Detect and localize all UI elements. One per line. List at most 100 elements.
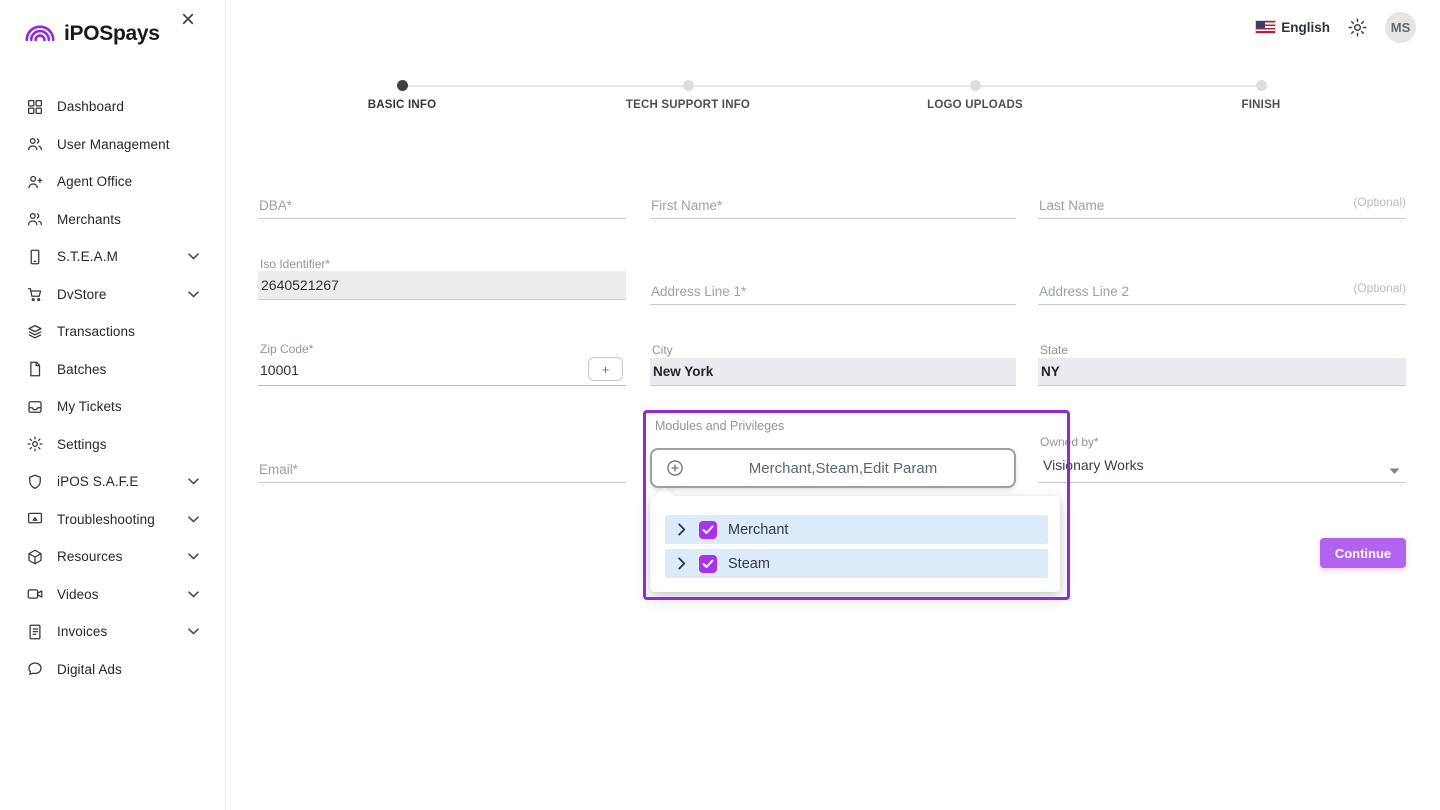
chevron-right-icon[interactable] (675, 523, 688, 536)
step-dot-active (397, 80, 408, 91)
sidebar-item-label: Agent Office (57, 174, 132, 189)
main-content: English MS BASIC INFO TECH SUPPORT INFO … (226, 0, 1440, 810)
chevron-down-icon[interactable] (188, 291, 199, 298)
chevron-down-icon[interactable] (188, 553, 199, 560)
module-option-steam[interactable]: Steam (665, 549, 1048, 578)
state-label: State (1040, 343, 1068, 357)
sidebar-item-label: Merchants (57, 212, 121, 227)
modules-dropdown-panel: Merchant Steam (650, 496, 1060, 592)
dba-input[interactable]: DBA* (258, 190, 626, 219)
stepper: BASIC INFO TECH SUPPORT INFO LOGO UPLOAD… (226, 0, 1440, 130)
state-input[interactable]: NY (1038, 358, 1406, 386)
sidebar-item-agent-office[interactable]: Agent Office (0, 163, 225, 201)
optional-hint: (Optional) (1353, 195, 1406, 209)
layers-icon (25, 322, 44, 341)
sidebar-item-videos[interactable]: Videos (0, 576, 225, 614)
package-icon (25, 547, 44, 566)
stepper-line (402, 85, 1261, 87)
shield-icon (25, 472, 44, 491)
sidebar-item-label: Troubleshooting (57, 512, 155, 527)
sidebar-item-label: S.T.E.A.M (57, 249, 118, 264)
invoice-icon (25, 622, 44, 641)
step-dot (683, 80, 694, 91)
zip-add-button[interactable]: + (588, 357, 623, 381)
sidebar-item-user-management[interactable]: User Management (0, 126, 225, 164)
chevron-down-icon[interactable] (188, 253, 199, 260)
sidebar-item-digital-ads[interactable]: Digital Ads (0, 651, 225, 689)
last-name-input[interactable]: Last Name (Optional) (1038, 190, 1406, 219)
sidebar-item-my-tickets[interactable]: My Tickets (0, 388, 225, 426)
zip-code-input[interactable]: Zip Code* 10001 + (258, 340, 626, 386)
user-plus-icon (25, 172, 44, 191)
modules-privileges-field[interactable]: Merchant,Steam,Edit Param (650, 448, 1016, 488)
iso-identifier-label: Iso Identifier* (260, 257, 330, 271)
sidebar-item-steam[interactable]: S.T.E.A.M (0, 238, 225, 276)
step-dot (970, 80, 981, 91)
sidebar-item-label: Digital Ads (57, 662, 122, 677)
sidebar-item-label: Settings (57, 437, 107, 452)
email-input[interactable]: Email* (258, 455, 626, 483)
sidebar-item-resources[interactable]: Resources (0, 538, 225, 576)
users-icon (25, 135, 44, 154)
owned-by-select[interactable]: Visionary Works (1038, 450, 1406, 483)
city-input[interactable]: New York (650, 358, 1016, 386)
gear-icon (25, 435, 44, 454)
module-option-merchant[interactable]: Merchant (665, 515, 1048, 544)
inbox-icon (25, 397, 44, 416)
sidebar-item-label: User Management (57, 137, 170, 152)
checkbox-checked[interactable] (699, 555, 717, 573)
plus-circle-icon (665, 458, 685, 478)
sidebar-item-merchants[interactable]: Merchants (0, 201, 225, 239)
city-label: City (652, 343, 673, 357)
zip-code-label: Zip Code* (260, 342, 313, 356)
sidebar-item-label: Batches (57, 362, 106, 377)
modules-selected-values: Merchant,Steam,Edit Param (685, 460, 1001, 477)
chevron-down-icon[interactable] (188, 591, 199, 598)
sidebar-item-label: Transactions (57, 324, 135, 339)
sidebar-item-settings[interactable]: Settings (0, 426, 225, 464)
address-line-2-input[interactable]: Address Line 2 (Optional) (1038, 276, 1406, 305)
merchant-onboarding-page: iPOSpays × Dashboard User Management Age… (0, 0, 1440, 810)
video-icon (25, 585, 44, 604)
file-icon (25, 360, 44, 379)
sidebar-item-label: Dashboard (57, 99, 124, 114)
cart-icon (25, 285, 44, 304)
chevron-down-icon[interactable] (188, 628, 199, 635)
sidebar-item-dvstore[interactable]: DvStore (0, 276, 225, 314)
sidebar-item-label: Videos (57, 587, 99, 602)
iso-identifier-input[interactable]: 2640521267 (258, 271, 626, 300)
step-dot (1256, 80, 1267, 91)
sidebar-item-invoices[interactable]: Invoices (0, 613, 225, 651)
checkbox-checked[interactable] (699, 521, 717, 539)
sidebar-item-label: My Tickets (57, 399, 122, 414)
sidebar-item-label: Resources (57, 549, 122, 564)
sidebar-item-label: iPOS S.A.F.E (57, 474, 138, 489)
sidebar: iPOSpays × Dashboard User Management Age… (0, 0, 226, 810)
sidebar-item-label: Invoices (57, 624, 107, 639)
address-line-1-input[interactable]: Address Line 1* (650, 276, 1016, 305)
continue-button[interactable]: Continue (1320, 538, 1406, 568)
chevron-right-icon[interactable] (675, 557, 688, 570)
monitor-icon (25, 510, 44, 529)
brand-name: iPOSpays (64, 22, 160, 46)
chat-icon (25, 660, 44, 679)
chevron-down-icon[interactable] (188, 478, 199, 485)
sidebar-item-transactions[interactable]: Transactions (0, 313, 225, 351)
sidebar-item-label: DvStore (57, 287, 106, 302)
sidebar-nav: Dashboard User Management Agent Office M… (0, 88, 225, 688)
sidebar-item-ipos-safe[interactable]: iPOS S.A.F.E (0, 463, 225, 501)
caret-down-icon (1389, 462, 1400, 480)
sidebar-item-dashboard[interactable]: Dashboard (0, 88, 225, 126)
first-name-input[interactable]: First Name* (650, 190, 1016, 219)
chevron-down-icon[interactable] (188, 516, 199, 523)
device-icon (25, 247, 44, 266)
close-icon[interactable]: × (181, 8, 195, 32)
sidebar-item-batches[interactable]: Batches (0, 351, 225, 389)
ipospays-logo-icon (24, 20, 56, 47)
owned-by-label: Owned by* (1040, 435, 1099, 449)
dashboard-icon (25, 97, 44, 116)
users-icon (25, 210, 44, 229)
optional-hint: (Optional) (1353, 281, 1406, 295)
modules-label: Modules and Privileges (655, 419, 784, 433)
sidebar-item-troubleshooting[interactable]: Troubleshooting (0, 501, 225, 539)
